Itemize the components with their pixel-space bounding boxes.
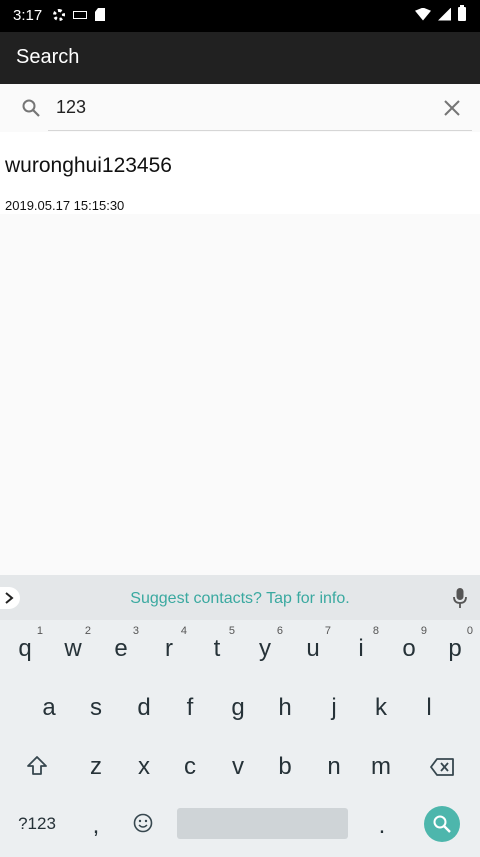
search-icon [22, 99, 40, 117]
microphone-icon[interactable] [453, 587, 467, 609]
key-hint: 4 [180, 625, 187, 637]
key-u[interactable]: u7 [289, 620, 337, 678]
key-label: i [358, 635, 364, 662]
suggest-contacts-prompt[interactable]: Suggest contacts? Tap for info. [0, 590, 480, 608]
key-label: e [114, 635, 128, 662]
sd-card-icon [95, 8, 105, 21]
space-bar[interactable] [177, 808, 348, 839]
key-k[interactable]: k [357, 679, 405, 737]
key-d[interactable]: d [120, 679, 168, 737]
key-o[interactable]: o9 [385, 620, 433, 678]
key-hint: 3 [132, 625, 139, 637]
page-title: Search [16, 46, 80, 68]
key-n[interactable]: n [310, 738, 358, 796]
key-label: u [306, 635, 320, 662]
app-bar: Search [0, 32, 480, 84]
key-m[interactable]: m [357, 738, 405, 796]
shift-key[interactable] [26, 755, 48, 782]
backspace-icon [430, 758, 454, 776]
key-label: q [18, 635, 32, 662]
status-bar: 3:17 [0, 0, 480, 32]
key-label: w [64, 635, 82, 662]
key-label: t [213, 635, 221, 662]
key-c[interactable]: c [166, 738, 214, 796]
key-a[interactable]: a [25, 679, 73, 737]
search-action-key[interactable] [424, 806, 460, 842]
key-l[interactable]: l [405, 679, 453, 737]
emoji-icon [133, 813, 153, 833]
key-hint: 9 [420, 625, 427, 637]
key-r[interactable]: r4 [145, 620, 193, 678]
search-icon [433, 815, 451, 833]
key-b[interactable]: b [261, 738, 309, 796]
status-time: 3:17 [13, 7, 43, 24]
symbols-key[interactable]: ?123 [13, 795, 61, 853]
search-bar [0, 84, 480, 132]
result-timestamp: 2019.05.17 15:15:30 [5, 198, 125, 213]
key-hint: 0 [466, 625, 473, 637]
key-hint: 8 [372, 625, 379, 637]
suggestion-strip: Suggest contacts? Tap for info. [0, 575, 480, 620]
result-title: wuronghui123456 [5, 154, 172, 177]
key-e[interactable]: e3 [97, 620, 145, 678]
key-label: y [259, 635, 271, 662]
key-comma[interactable]: , [72, 797, 120, 855]
key-y[interactable]: y6 [241, 620, 289, 678]
settings-icon [53, 8, 65, 21]
key-label: r [165, 635, 173, 662]
key-hint: 6 [276, 625, 283, 637]
search-input[interactable] [48, 84, 472, 131]
emoji-key[interactable] [133, 813, 153, 838]
key-p[interactable]: p0 [431, 620, 479, 678]
signal-icon [438, 7, 451, 21]
key-q[interactable]: q1 [1, 620, 49, 678]
wifi-icon [415, 7, 431, 21]
key-z[interactable]: z [72, 738, 120, 796]
key-label: o [402, 635, 416, 662]
backspace-key[interactable] [430, 758, 454, 781]
key-period[interactable]: . [358, 797, 406, 855]
key-hint: 2 [84, 625, 91, 637]
key-h[interactable]: h [261, 679, 309, 737]
list-item[interactable]: wuronghui123456 2019.05.17 15:15:30 [0, 132, 480, 214]
key-hint: 1 [36, 625, 43, 637]
keyboard-icon [73, 10, 87, 19]
key-f[interactable]: f [166, 679, 214, 737]
key-w[interactable]: w2 [49, 620, 97, 678]
key-t[interactable]: t5 [193, 620, 241, 678]
battery-icon [458, 5, 466, 21]
key-hint: 7 [324, 625, 331, 637]
key-label: p [448, 635, 462, 662]
key-hint: 5 [228, 625, 235, 637]
soft-keyboard: Suggest contacts? Tap for info. q1 w2 e3… [0, 575, 480, 857]
shift-icon [27, 756, 47, 775]
key-v[interactable]: v [214, 738, 262, 796]
key-i[interactable]: i8 [337, 620, 385, 678]
key-g[interactable]: g [214, 679, 262, 737]
key-j[interactable]: j [310, 679, 358, 737]
close-icon[interactable] [442, 98, 462, 118]
key-x[interactable]: x [120, 738, 168, 796]
key-s[interactable]: s [72, 679, 120, 737]
